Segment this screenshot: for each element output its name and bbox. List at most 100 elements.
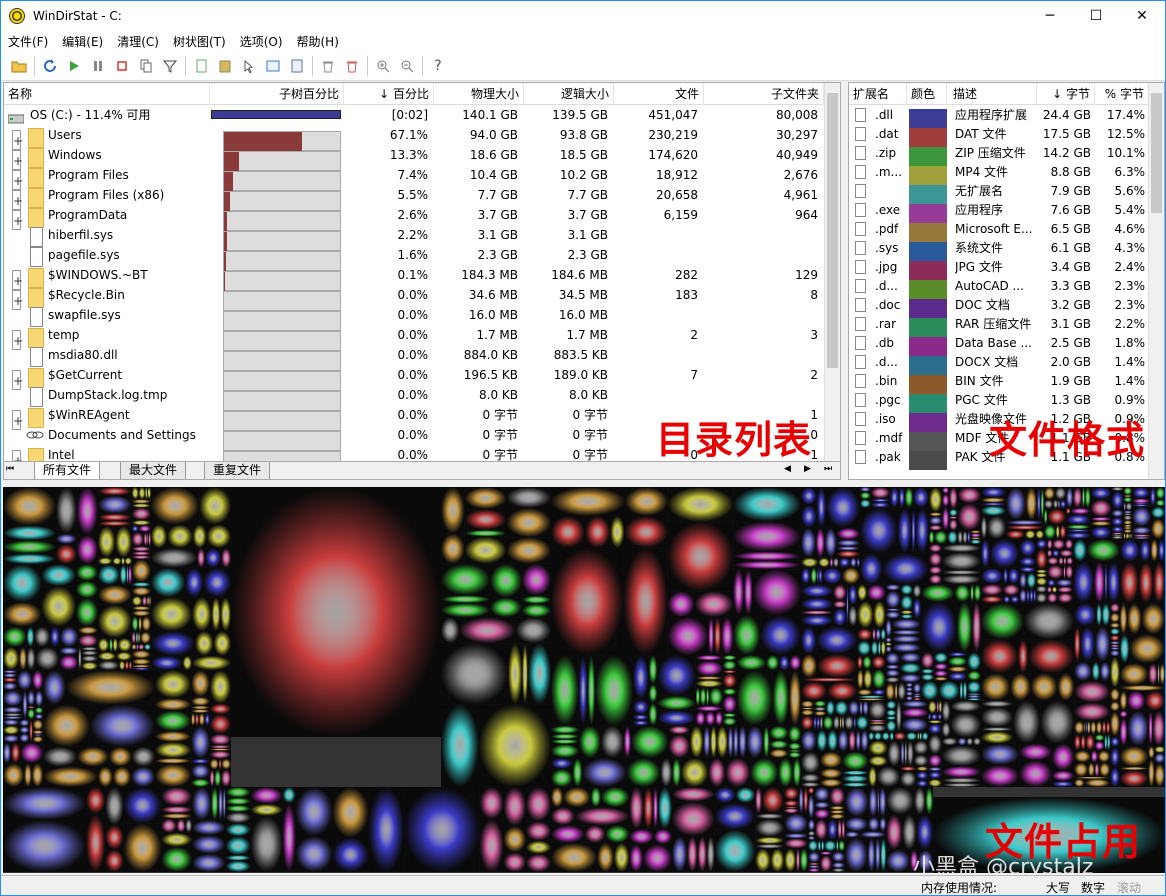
treemap-block[interactable] bbox=[836, 539, 860, 547]
treemap-block[interactable] bbox=[459, 617, 516, 644]
treemap-block[interactable] bbox=[204, 548, 222, 568]
treemap-block[interactable] bbox=[623, 725, 632, 758]
col-color[interactable]: 颜色 bbox=[907, 83, 947, 105]
treemap-block[interactable] bbox=[1104, 561, 1108, 604]
treemap-block[interactable] bbox=[848, 700, 860, 716]
treemap-block[interactable] bbox=[941, 737, 958, 746]
treemap-block[interactable] bbox=[81, 661, 98, 671]
treemap-block[interactable] bbox=[26, 626, 35, 647]
treemap-block[interactable] bbox=[126, 564, 129, 585]
treemap-block[interactable] bbox=[1131, 487, 1151, 499]
tab-scroll-prev-icon[interactable]: ◀ bbox=[784, 464, 791, 474]
treemap-block[interactable] bbox=[441, 595, 491, 604]
treemap-block[interactable] bbox=[1019, 566, 1036, 573]
treemap-block[interactable] bbox=[801, 504, 817, 528]
treemap-block[interactable] bbox=[1043, 499, 1054, 509]
treemap-block[interactable] bbox=[893, 731, 906, 741]
treemap-block[interactable] bbox=[784, 833, 809, 839]
treemap-block[interactable] bbox=[192, 820, 226, 836]
treemap-block[interactable] bbox=[1120, 538, 1140, 562]
treemap-block[interactable] bbox=[1110, 766, 1120, 787]
treemap-block[interactable] bbox=[19, 646, 27, 671]
treemap-block[interactable] bbox=[131, 658, 151, 665]
treemap-block[interactable] bbox=[886, 709, 897, 717]
treemap-block[interactable] bbox=[521, 563, 551, 596]
treemap-block[interactable] bbox=[838, 557, 851, 568]
treemap-block[interactable] bbox=[551, 842, 598, 872]
treemap-block[interactable] bbox=[842, 567, 860, 585]
treemap-block[interactable] bbox=[1007, 567, 1020, 584]
treemap-block[interactable] bbox=[1119, 766, 1149, 771]
treemap-block[interactable] bbox=[913, 754, 929, 767]
treemap-block[interactable] bbox=[1151, 506, 1165, 519]
treemap-block[interactable] bbox=[959, 680, 963, 701]
treemap-block[interactable] bbox=[714, 802, 756, 830]
treemap-block[interactable] bbox=[941, 766, 981, 778]
treemap-block[interactable] bbox=[916, 766, 929, 772]
treemap-block[interactable] bbox=[738, 725, 747, 758]
treemap-block[interactable] bbox=[191, 763, 210, 779]
treemap-block[interactable] bbox=[886, 700, 897, 710]
treemap-block[interactable] bbox=[801, 654, 817, 678]
treemap-block[interactable] bbox=[874, 731, 882, 741]
treemap-block[interactable] bbox=[1003, 583, 1020, 596]
treemap-block[interactable] bbox=[1138, 561, 1154, 604]
treemap-block[interactable] bbox=[914, 787, 926, 815]
treemap-block[interactable] bbox=[784, 813, 809, 834]
treemap-block[interactable] bbox=[733, 521, 801, 552]
treemap-block[interactable] bbox=[250, 815, 283, 872]
treemap-block[interactable] bbox=[972, 601, 981, 653]
treemap-block[interactable] bbox=[131, 610, 151, 617]
treemap-block[interactable] bbox=[587, 655, 596, 726]
treemap-block[interactable] bbox=[1123, 495, 1132, 497]
treemap-block[interactable] bbox=[1074, 778, 1085, 787]
treemap-block[interactable] bbox=[610, 515, 625, 548]
treemap-block[interactable] bbox=[1070, 507, 1091, 515]
treemap-block[interactable] bbox=[142, 595, 147, 607]
treemap-block[interactable] bbox=[966, 694, 981, 699]
treemap-block[interactable] bbox=[722, 673, 737, 689]
treemap-block[interactable] bbox=[1154, 746, 1165, 753]
treemap-block[interactable] bbox=[981, 595, 1004, 604]
pause-icon[interactable] bbox=[86, 54, 110, 78]
treemap-block[interactable] bbox=[1085, 720, 1088, 735]
treemap-block[interactable] bbox=[191, 778, 210, 787]
treemap-block[interactable] bbox=[808, 840, 819, 852]
treemap-block[interactable] bbox=[1119, 690, 1128, 711]
treemap-block[interactable] bbox=[3, 763, 25, 787]
treemap-block[interactable] bbox=[887, 740, 901, 767]
extension-row[interactable]: .doc DOC 文档 3.2 GB 2.3% bbox=[849, 296, 1149, 318]
treemap-block[interactable] bbox=[836, 527, 860, 540]
treemap-block[interactable] bbox=[752, 569, 801, 616]
treemap-block[interactable] bbox=[1059, 499, 1067, 509]
treemap-block[interactable] bbox=[695, 660, 723, 677]
treemap-block[interactable] bbox=[1035, 573, 1048, 578]
treemap-block[interactable] bbox=[877, 787, 880, 817]
treemap-block[interactable] bbox=[1066, 556, 1074, 565]
treemap-block[interactable] bbox=[97, 487, 132, 496]
treemap-block[interactable] bbox=[842, 782, 869, 787]
treemap-block[interactable] bbox=[129, 660, 132, 671]
treemap-block[interactable] bbox=[967, 652, 981, 671]
treemap-block[interactable] bbox=[848, 729, 856, 752]
treemap-block[interactable] bbox=[1094, 734, 1105, 742]
treemap-block[interactable] bbox=[97, 520, 132, 527]
treemap-block[interactable] bbox=[970, 530, 981, 534]
treemap-block[interactable] bbox=[206, 524, 231, 549]
treemap-block[interactable] bbox=[1148, 758, 1155, 787]
treemap-block[interactable] bbox=[885, 645, 892, 653]
treemap-block[interactable] bbox=[1107, 734, 1111, 751]
tree-row[interactable]: msdia80.dll 0.0% 884.0 KB 883.5 KB bbox=[4, 345, 826, 371]
treemap-block[interactable] bbox=[783, 806, 799, 808]
treemap-block[interactable] bbox=[1059, 524, 1067, 539]
treemap-block[interactable] bbox=[950, 712, 981, 738]
treemap-block[interactable] bbox=[697, 836, 707, 872]
treemap-block[interactable] bbox=[1129, 634, 1165, 664]
treemap-block[interactable] bbox=[209, 703, 231, 715]
treemap-block[interactable] bbox=[1141, 603, 1165, 635]
treemap-block[interactable] bbox=[631, 725, 669, 758]
treemap-block[interactable] bbox=[3, 713, 23, 717]
treemap-block[interactable] bbox=[3, 487, 57, 526]
treemap-block[interactable] bbox=[808, 862, 820, 866]
treemap-block[interactable] bbox=[1119, 663, 1149, 686]
